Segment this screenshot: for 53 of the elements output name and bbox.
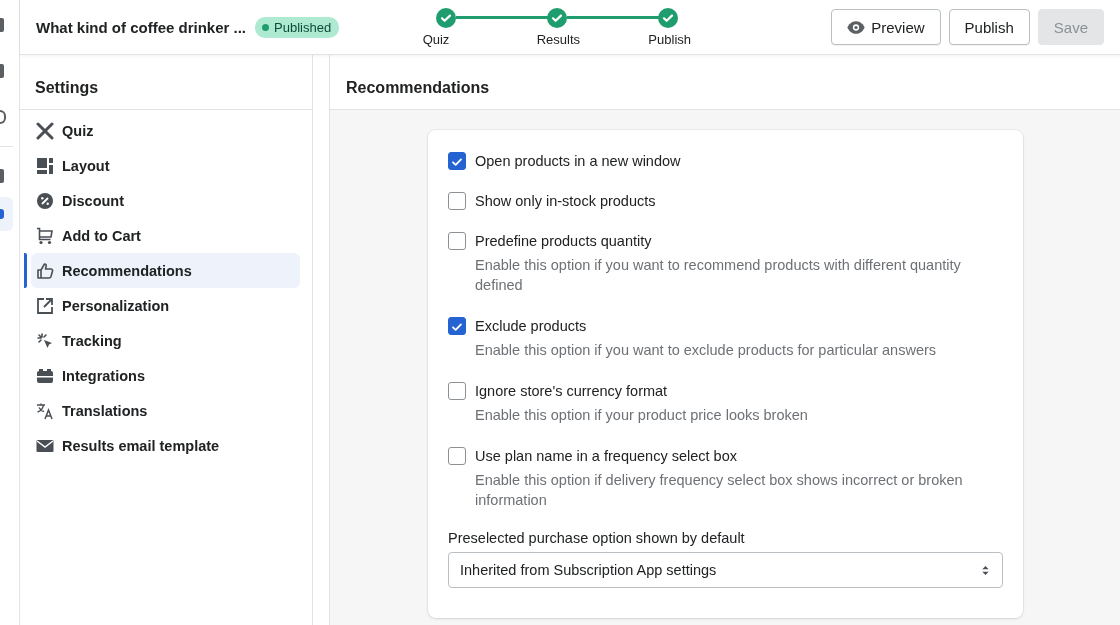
sidebar-item[interactable]: Tracking [31,323,300,358]
select-arrows-icon [981,563,990,577]
checkbox[interactable] [448,382,466,400]
sidebar-item[interactable]: Integrations [31,358,300,393]
option-help-text: Enable this option if delivery frequency select box shows incorrect or broken information [475,471,964,510]
option-label: Use plan name in a frequency select box [475,448,737,464]
discount-icon [36,191,54,210]
rail-active-item[interactable] [0,197,13,231]
cart-icon [36,226,54,245]
option-help-text: Enable this option if you want to recommend products with different quantity defined [475,256,962,295]
checkbox[interactable] [448,192,466,210]
quiz-title: What kind of coffee drinker ... [36,18,247,36]
sidebar-item[interactable]: Results email template [31,428,300,463]
sidebar-item[interactable]: Quiz [31,113,300,148]
section-title: Recommendations [330,55,1120,110]
rail-icon[interactable] [0,64,4,78]
tools-icon [36,121,54,140]
checkbox[interactable] [448,232,466,250]
step-label: Quiz [422,31,450,47]
sidebar-item[interactable]: Discount [31,183,300,218]
eye-icon [847,20,866,34]
sidebar-title: Settings [20,55,312,110]
option-label: Exclude products [475,318,587,334]
checkbox[interactable] [448,447,466,465]
checkbox[interactable] [448,317,466,335]
action-button[interactable]: Publish [948,9,1030,45]
box-icon [36,366,54,385]
translate-icon [36,401,54,420]
rail-icon[interactable] [0,18,4,32]
sidebar-item[interactable]: Translations [31,393,300,428]
option-help-text: Enable this option if your product price looks broken [475,406,809,425]
click-icon [36,331,54,350]
status-badge: Published [255,16,340,38]
option-label: Show only in-stock products [475,193,656,209]
thumbs-up-icon [36,261,54,280]
option-label: Predefine products quantity [475,233,652,249]
select-field[interactable]: Inherited from Subscription App settings [448,552,1003,588]
rail-icon[interactable] [0,110,6,124]
step-label: Results [536,31,580,47]
step-label: Publish [648,31,691,47]
option-label: Ignore store's currency format [475,383,668,399]
select-label: Preselected purchase option shown by default [448,530,746,546]
option-label: Open products in a new window [475,153,681,169]
preview-button[interactable]: Preview [831,9,941,45]
layout-icon [36,156,54,175]
sidebar-item[interactable]: Add to Cart [31,218,300,253]
sidebar-item[interactable]: Personalization [31,288,300,323]
external-link-icon [36,296,54,315]
option-help-text: Enable this option if you want to exclude products for particular answers [475,341,938,360]
sidebar-item[interactable]: Recommendations [31,253,300,288]
checkbox[interactable] [448,152,466,170]
sidebar-item[interactable]: Layout [31,148,300,183]
rail-icon[interactable] [0,169,4,183]
